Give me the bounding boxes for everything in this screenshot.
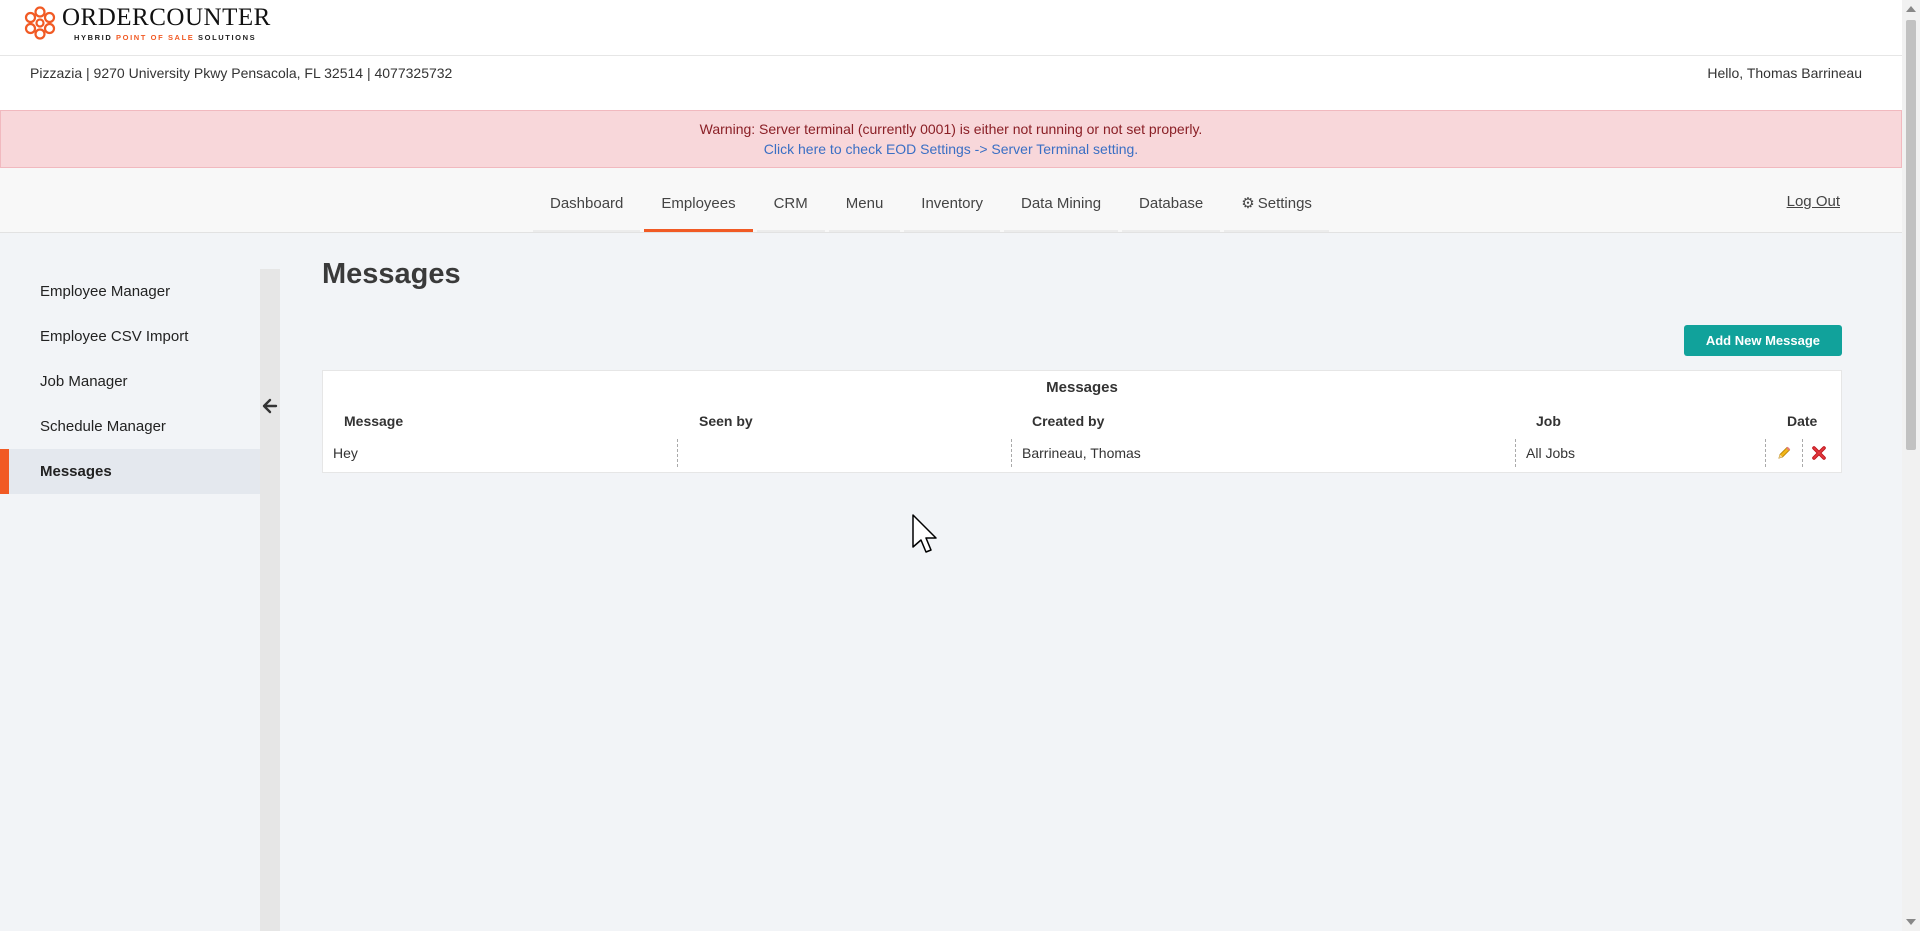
sidebar: Employee Manager Employee CSV Import Job… xyxy=(0,269,260,494)
column-header-message[interactable]: Message xyxy=(344,413,403,429)
arrow-left-icon[interactable] xyxy=(262,398,278,414)
logo-subtitle: HYBRID POINT OF SALE SOLUTIONS xyxy=(74,33,257,42)
sidebar-item-employee-manager[interactable]: Employee Manager xyxy=(0,269,260,314)
scrollbar-thumb[interactable] xyxy=(1906,20,1916,450)
main-nav: Dashboard Employees CRM Menu Inventory D… xyxy=(533,168,1329,232)
warning-banner: Warning: Server terminal (currently 0001… xyxy=(0,110,1902,168)
page-title: Messages xyxy=(322,258,461,290)
nav-settings[interactable]: ⚙ Settings xyxy=(1224,168,1329,232)
sidebar-item-employee-csv-import[interactable]: Employee CSV Import xyxy=(0,314,260,359)
page-scrollbar[interactable] xyxy=(1902,0,1920,931)
pencil-edit-icon[interactable] xyxy=(1776,445,1792,461)
warning-message: Warning: Server terminal (currently 0001… xyxy=(699,121,1203,137)
ordercounter-logo[interactable]: ORDERCOUNTER HYBRID POINT OF SALE SOLUTI… xyxy=(22,4,271,42)
table-header: Message Seen by Created by Job Date xyxy=(323,413,1841,433)
nav-crm[interactable]: CRM xyxy=(756,168,825,232)
add-new-message-button[interactable]: Add New Message xyxy=(1683,325,1842,356)
gear-icon: ⚙ xyxy=(1241,195,1255,212)
store-info-bar: Pizzazia | 9270 University Pkwy Pensacol… xyxy=(0,56,1902,110)
cell-delete xyxy=(1803,439,1841,467)
table-title: Messages xyxy=(1046,379,1118,396)
sidebar-collapse-strip[interactable] xyxy=(260,269,280,931)
column-header-created-by[interactable]: Created by xyxy=(1032,413,1104,429)
nav-dashboard[interactable]: Dashboard xyxy=(533,168,641,232)
nav-menu[interactable]: Menu xyxy=(828,168,901,232)
nav-employees[interactable]: Employees xyxy=(644,168,753,232)
column-header-date[interactable]: Date xyxy=(1787,413,1817,429)
main-content: Messages Add New Message Messages Messag… xyxy=(322,250,1842,473)
eod-settings-link[interactable]: Click here to check EOD Settings -> Serv… xyxy=(1,139,1901,159)
column-header-seen-by[interactable]: Seen by xyxy=(699,413,753,429)
top-bar: ORDERCOUNTER HYBRID POINT OF SALE SOLUTI… xyxy=(0,0,1902,56)
logout-link[interactable]: Log Out xyxy=(1787,193,1840,210)
column-header-job[interactable]: Job xyxy=(1536,413,1561,429)
logo-title: ORDERCOUNTER xyxy=(62,4,271,31)
nav-data-mining[interactable]: Data Mining xyxy=(1004,168,1119,232)
table-row[interactable]: Hey Barrineau, Thomas All Jobs xyxy=(323,439,1841,467)
scroll-down-arrow-icon[interactable] xyxy=(1906,919,1916,925)
messages-table-panel: Messages Message Seen by Created by Job … xyxy=(322,370,1842,473)
sidebar-item-messages[interactable]: Messages xyxy=(0,449,260,494)
cell-created-by: Barrineau, Thomas xyxy=(1012,439,1516,467)
cell-job: All Jobs xyxy=(1516,439,1766,467)
sidebar-item-job-manager[interactable]: Job Manager xyxy=(0,359,260,404)
nav-settings-label: Settings xyxy=(1257,195,1312,212)
cell-edit xyxy=(1766,439,1803,467)
store-info: Pizzazia | 9270 University Pkwy Pensacol… xyxy=(30,65,453,81)
delete-x-icon[interactable] xyxy=(1811,445,1827,461)
nav-inventory[interactable]: Inventory xyxy=(904,168,1000,232)
main-navbar: Dashboard Employees CRM Menu Inventory D… xyxy=(0,168,1902,233)
user-greeting: Hello, Thomas Barrineau xyxy=(1707,65,1862,81)
flower-logo-icon xyxy=(24,6,56,40)
nav-database[interactable]: Database xyxy=(1122,168,1221,232)
scroll-up-arrow-icon[interactable] xyxy=(1906,6,1916,12)
sidebar-item-schedule-manager[interactable]: Schedule Manager xyxy=(0,404,260,449)
mouse-pointer-icon xyxy=(912,514,937,553)
cell-seen-by xyxy=(678,439,1012,467)
cell-message: Hey xyxy=(323,439,678,467)
